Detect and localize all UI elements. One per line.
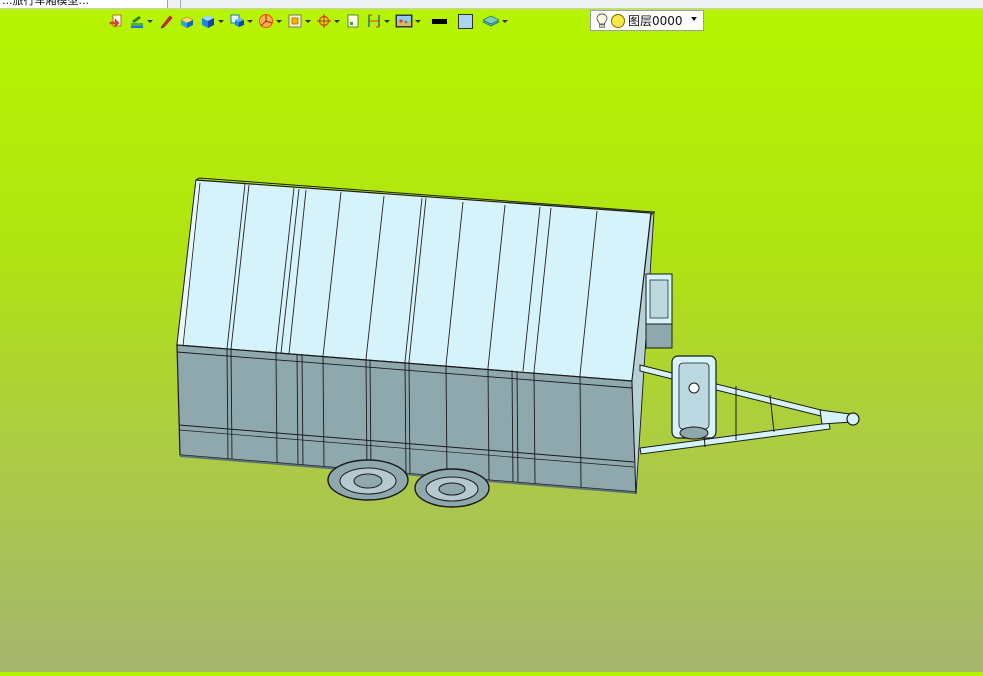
3d-viewport[interactable] [0,34,983,672]
extrude-button[interactable] [179,10,195,32]
lightbulb-icon[interactable] [595,13,609,29]
document-tab-strip: ...旅行车厢模型... [0,0,983,9]
dimension-button[interactable] [366,10,390,32]
exit-sketch-button[interactable] [108,10,124,32]
layers-button[interactable] [482,10,508,32]
dimension-icon [368,14,380,28]
solid-box-button[interactable] [200,10,224,32]
pencil-button[interactable] [158,10,174,32]
trailer-model[interactable] [0,34,983,672]
color-wheel-button[interactable] [258,10,282,32]
target-point-icon [317,14,331,28]
sketch-draw-button[interactable] [129,10,153,32]
hitch-coupler [819,409,860,426]
sketch-draw-icon [131,16,143,28]
rear-wheel [327,459,409,501]
shell-icon [230,14,244,27]
front-wheel [414,468,490,508]
exit-sketch-icon [109,14,122,28]
render-scene-button[interactable] [395,10,421,32]
target-point-button[interactable] [316,10,340,32]
fill-color-swatch [458,13,473,29]
layer-selector[interactable]: 图层0000 [590,10,704,31]
tow-tongue [639,364,834,455]
pencil-icon [160,15,173,29]
shell-button[interactable] [229,10,253,32]
drawing-toolbar [108,10,513,32]
document-tab[interactable]: ...旅行车厢模型... [0,0,168,8]
color-wheel-icon [259,14,273,28]
surface-button[interactable] [287,10,311,32]
plane-icon [347,14,359,28]
line-color-button[interactable] [432,10,447,32]
line-color-swatch [432,18,447,24]
surface-icon [288,14,302,28]
extrude-icon [180,16,194,28]
layer-color-dot[interactable] [611,13,625,28]
layer-dropdown-arrow[interactable] [691,17,697,21]
fill-color-button[interactable] [458,10,473,32]
tongue-box-upper [645,273,673,349]
layer-name: 图层0000 [628,14,683,28]
tab-separator [180,0,181,8]
plane-button[interactable] [345,10,361,32]
layers-icon [482,15,500,27]
render-scene-icon [395,14,413,28]
solid-box-icon [202,15,214,28]
propane-tank [671,355,717,440]
